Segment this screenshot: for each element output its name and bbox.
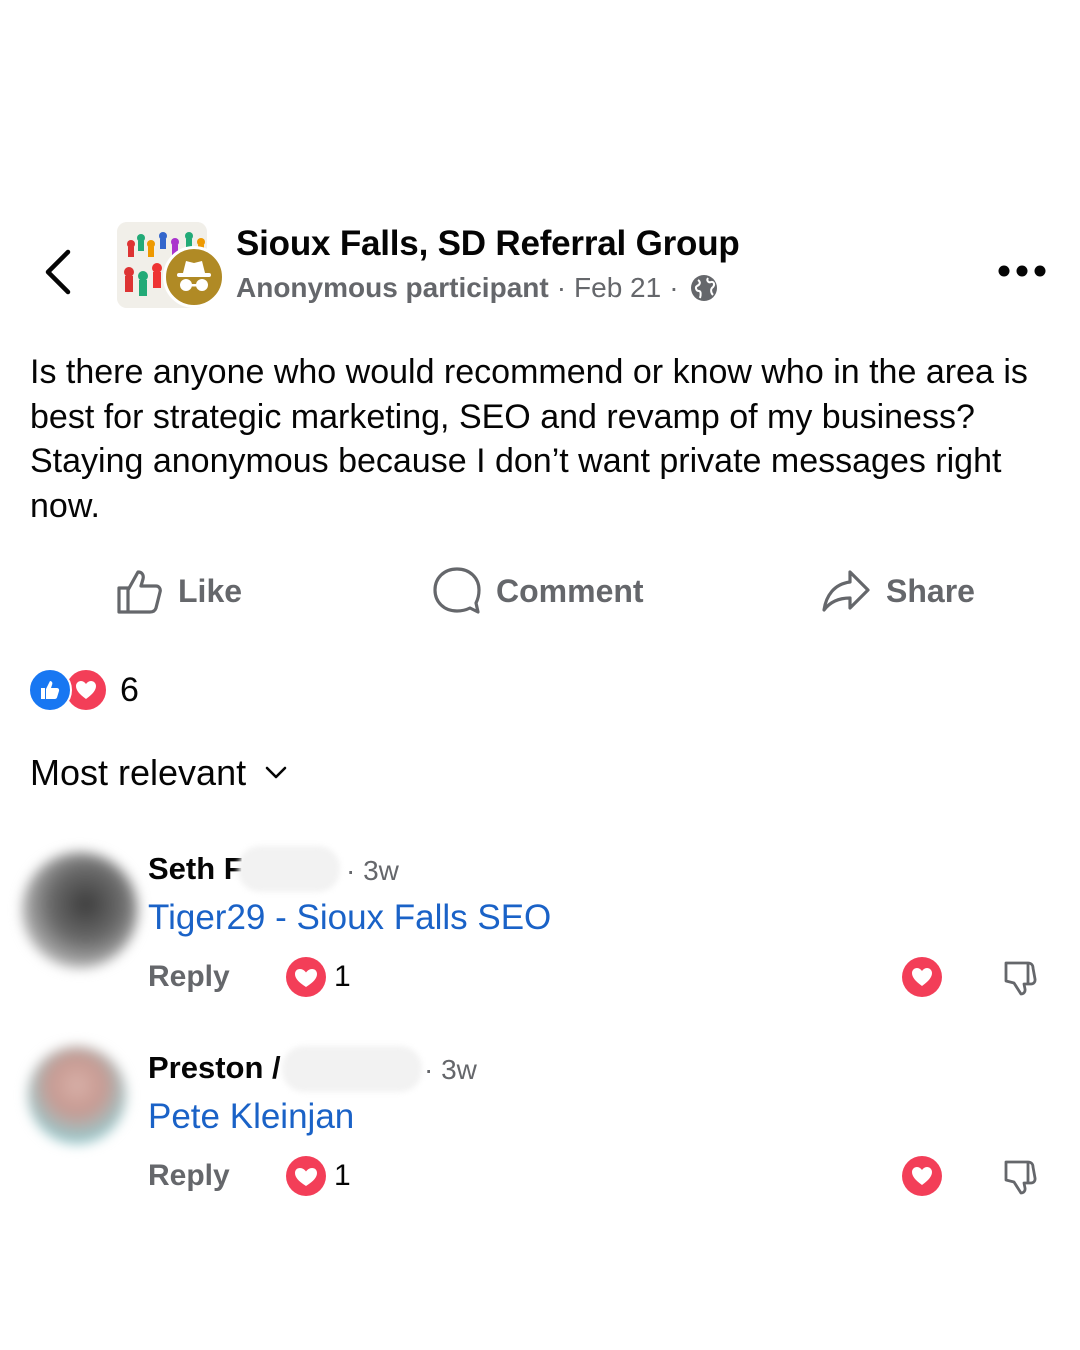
reply-button[interactable]: Reply <box>148 1159 230 1193</box>
react-love-button[interactable] <box>902 957 942 997</box>
commenter-avatar[interactable] <box>28 1046 126 1144</box>
anonymous-badge <box>163 246 225 308</box>
love-reaction-icon <box>286 957 326 997</box>
redacted-name-blur <box>282 1046 422 1092</box>
comment-text-link[interactable]: Tiger29 - Sioux Falls SEO <box>148 898 551 938</box>
comment-reaction-count[interactable]: 1 <box>286 1156 351 1196</box>
heart-icon <box>912 1167 932 1185</box>
more-horizontal-icon <box>998 265 1046 277</box>
globe-icon <box>689 273 719 303</box>
love-count: 1 <box>334 1159 351 1192</box>
commenter-name[interactable]: Seth F <box>148 851 243 887</box>
comment-time[interactable]: · 3w <box>424 1054 477 1086</box>
back-button[interactable] <box>38 242 82 302</box>
comment-label: Comment <box>496 572 644 609</box>
heart-icon <box>912 968 932 986</box>
chevron-left-icon <box>45 249 71 295</box>
comment-text-link[interactable]: Pete Kleinjan <box>148 1097 354 1137</box>
group-name[interactable]: Sioux Falls, SD Referral Group <box>236 224 740 264</box>
more-options-button[interactable] <box>996 258 1048 284</box>
reply-button[interactable]: Reply <box>148 960 230 994</box>
thumbs-down-icon <box>1004 961 1037 996</box>
post-date[interactable]: Feb 21 <box>574 272 661 304</box>
chevron-down-icon <box>265 766 287 779</box>
like-reaction-icon <box>28 668 72 712</box>
share-label: Share <box>886 572 975 609</box>
share-arrow-icon <box>822 570 870 612</box>
post-meta: Anonymous participant · Feb 21 · <box>236 272 719 304</box>
commenter-avatar[interactable] <box>22 852 138 968</box>
reaction-count: 6 <box>120 670 139 709</box>
love-count: 1 <box>334 960 351 993</box>
post-text: Is there anyone who would recommend or k… <box>30 353 1028 525</box>
commenter-name[interactable]: Preston / <box>148 1050 281 1086</box>
author-name: Anonymous participant <box>236 272 549 303</box>
sort-label: Most relevant <box>30 752 247 793</box>
comment-bubble-icon <box>433 567 481 614</box>
reaction-summary[interactable]: 6 <box>28 668 139 712</box>
comment-button[interactable]: Comment <box>432 566 644 616</box>
meta-separator: · <box>556 272 567 303</box>
love-reaction-icon <box>286 1156 326 1196</box>
thumbs-down-icon <box>1004 1160 1037 1195</box>
incognito-icon <box>177 261 211 291</box>
thumbs-up-icon <box>117 570 162 614</box>
meta-separator: · <box>669 272 679 303</box>
react-love-button[interactable] <box>902 1156 942 1196</box>
like-label: Like <box>178 572 243 609</box>
comment-sort-dropdown[interactable]: Most relevant <box>30 752 288 794</box>
share-button[interactable]: Share <box>820 566 975 616</box>
downvote-button[interactable] <box>1000 1156 1040 1196</box>
comment-time[interactable]: · 3w <box>346 855 399 887</box>
downvote-button[interactable] <box>1000 957 1040 997</box>
like-button[interactable]: Like <box>114 566 242 616</box>
redacted-name-blur <box>238 846 340 892</box>
comment-reaction-count[interactable]: 1 <box>286 957 351 997</box>
